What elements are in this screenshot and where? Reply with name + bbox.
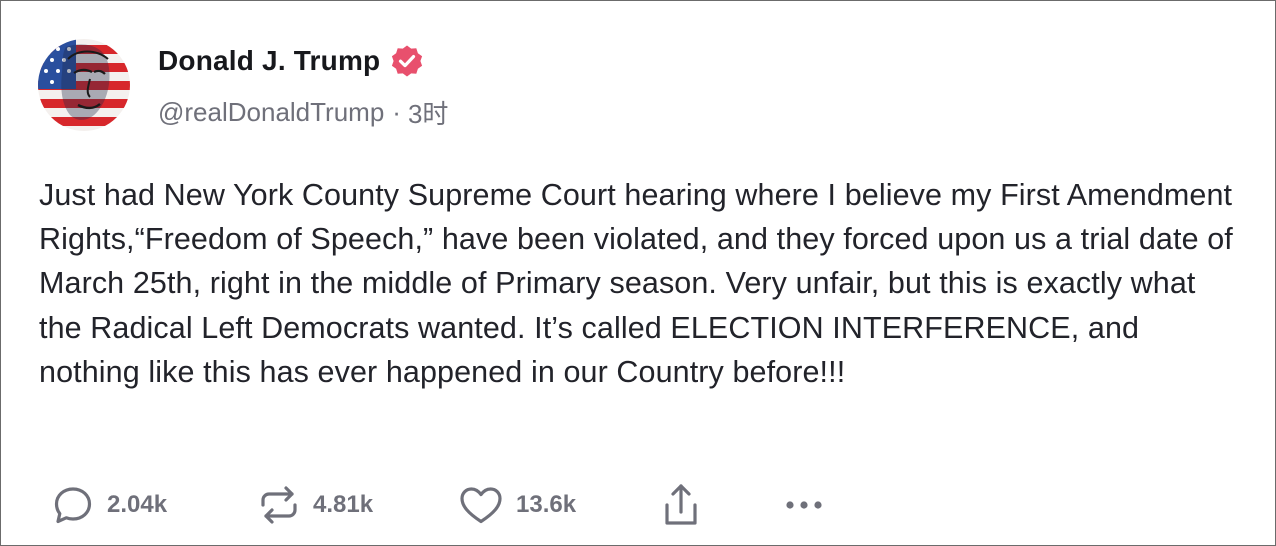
share-icon xyxy=(665,484,697,525)
retruth-icon xyxy=(261,486,297,524)
author-handle[interactable]: @realDonaldTrump xyxy=(158,97,384,128)
meta-separator: · xyxy=(392,96,401,127)
reply-count: 2.04k xyxy=(107,491,168,518)
retruth-button[interactable]: 4.81k xyxy=(257,479,373,531)
post-text: Just had New York County Supreme Court h… xyxy=(39,178,1242,389)
like-button[interactable]: 13.6k xyxy=(458,479,576,531)
avatar-image xyxy=(38,39,130,131)
reply-button[interactable]: 2.04k xyxy=(51,479,167,531)
post-actions-bar: 2.04k 4.81k 13.6k xyxy=(1,479,1275,531)
author-name-row: Donald J. Trump xyxy=(158,43,424,79)
author-meta-row: @realDonaldTrump · 3时 xyxy=(158,95,448,129)
reply-icon xyxy=(54,487,92,524)
more-options-button[interactable] xyxy=(780,479,828,531)
like-count: 13.6k xyxy=(516,491,577,518)
author-display-name[interactable]: Donald J. Trump xyxy=(158,45,380,77)
share-button[interactable] xyxy=(659,479,703,531)
heart-icon xyxy=(460,487,502,524)
verified-badge-icon xyxy=(390,44,424,78)
post-card: Donald J. Trump @realDonaldTrump · 3时 Ju… xyxy=(0,0,1276,546)
post-timestamp[interactable]: 3时 xyxy=(408,94,448,131)
avatar[interactable] xyxy=(38,39,130,131)
more-icon xyxy=(786,501,822,509)
retruth-count: 4.81k xyxy=(313,491,374,518)
